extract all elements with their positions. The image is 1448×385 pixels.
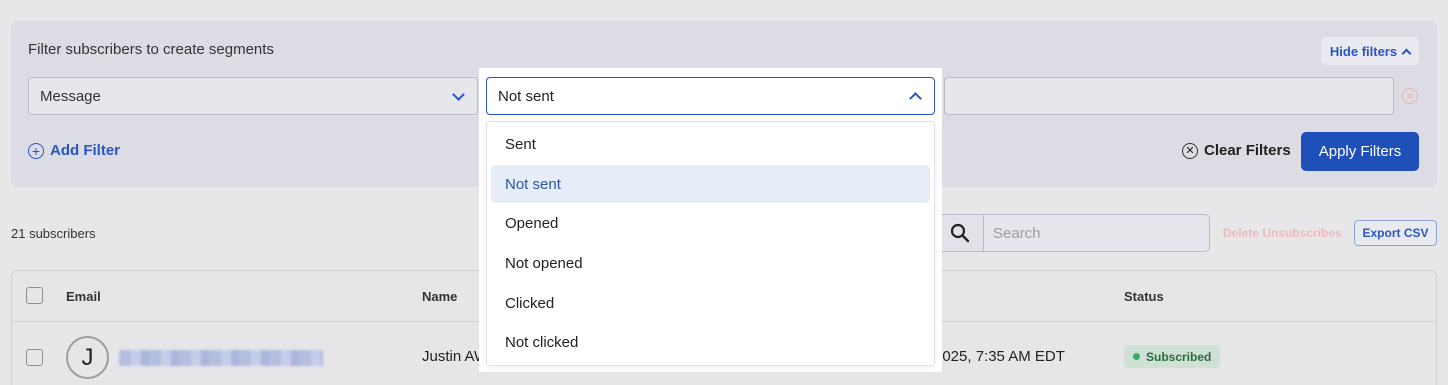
plus-circle-icon: +: [28, 142, 44, 159]
close-circle-icon: ✕: [1182, 142, 1198, 159]
chevron-up-icon: [909, 92, 922, 105]
email-redacted: [119, 350, 323, 366]
condition-select[interactable]: Not sent: [486, 77, 935, 115]
avatar: J: [66, 336, 109, 379]
option-sent[interactable]: Sent: [491, 125, 930, 163]
status-badge: Subscribed: [1124, 345, 1221, 368]
search-input[interactable]: Search: [984, 214, 1210, 252]
column-header-name[interactable]: Name: [422, 289, 457, 304]
condition-options-list: Sent Not sent Opened Not opened Clicked …: [486, 121, 935, 366]
option-not-opened[interactable]: Not opened: [491, 244, 930, 282]
delete-unsubscribes-button[interactable]: Delete Unsubscribes: [1223, 226, 1342, 240]
export-csv-button[interactable]: Export CSV: [1354, 220, 1437, 246]
condition-select-value: Not sent: [498, 87, 554, 105]
row-date: 2025, 7:35 AM EDT: [934, 348, 1065, 365]
option-not-sent[interactable]: Not sent: [491, 165, 930, 203]
option-opened[interactable]: Opened: [491, 204, 930, 242]
apply-filters-button[interactable]: Apply Filters: [1301, 132, 1419, 171]
clear-filters-button[interactable]: ✕ Clear Filters: [1182, 142, 1291, 159]
column-header-email[interactable]: Email: [66, 289, 101, 304]
filter-panel-title: Filter subscribers to create segments: [28, 41, 274, 58]
clear-filters-label: Clear Filters: [1204, 142, 1291, 159]
option-not-clicked[interactable]: Not clicked: [491, 323, 930, 361]
condition-dropdown: Not sent Sent Not sent Opened Not opened…: [479, 68, 942, 372]
filter-value-input[interactable]: [944, 77, 1394, 115]
row-checkbox[interactable]: [26, 349, 43, 366]
chevron-down-icon: [452, 88, 465, 101]
search-icon: [950, 223, 970, 243]
filter-field-select[interactable]: Message: [28, 77, 478, 115]
hide-filters-label: Hide filters: [1329, 43, 1398, 59]
add-filter-label: Add Filter: [50, 142, 120, 159]
remove-filter-icon[interactable]: ✕: [1402, 88, 1418, 104]
search-button[interactable]: [936, 214, 984, 252]
filter-field-value: Message: [40, 87, 101, 105]
search-placeholder: Search: [993, 224, 1041, 242]
option-clicked[interactable]: Clicked: [491, 284, 930, 322]
hide-filters-button[interactable]: Hide filters: [1321, 37, 1419, 65]
subscriber-count: 21 subscribers: [11, 226, 96, 241]
chevron-up-icon: [1401, 48, 1412, 58]
column-header-status[interactable]: Status: [1124, 289, 1164, 304]
select-all-checkbox[interactable]: [26, 287, 43, 304]
add-filter-button[interactable]: + Add Filter: [28, 142, 120, 159]
